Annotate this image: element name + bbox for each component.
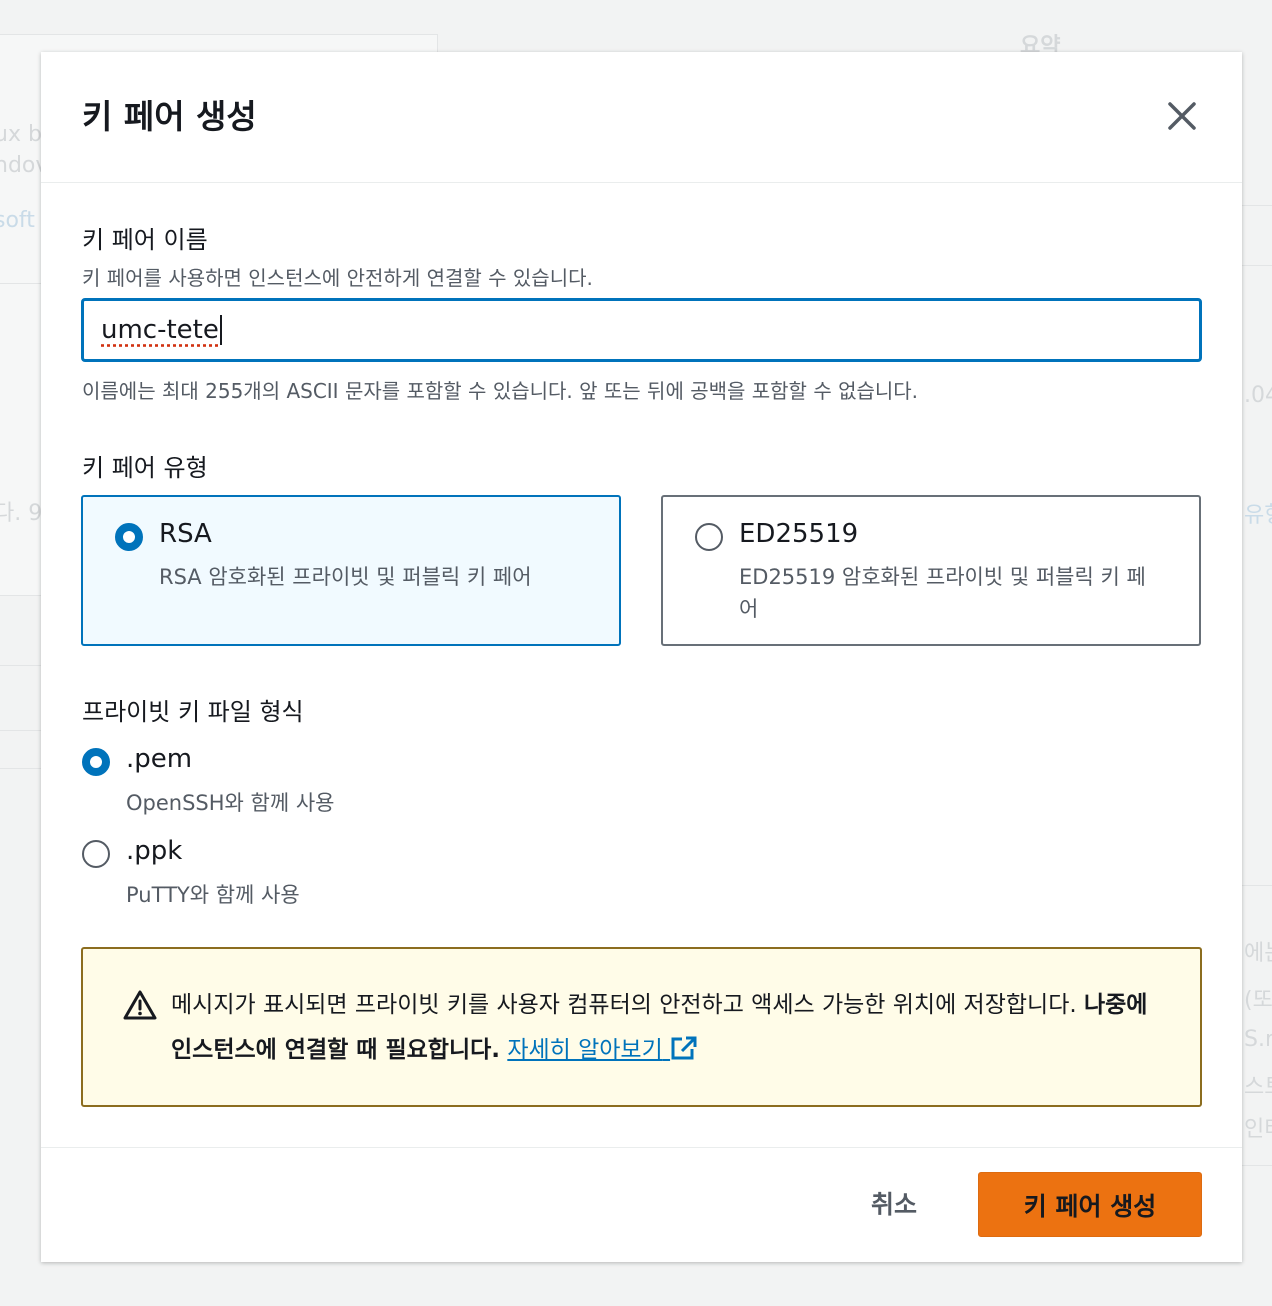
learn-more-label: 자세히 알아보기 — [507, 1037, 663, 1063]
warning-message: 메시지가 표시되면 프라이빗 키를 사용자 컴퓨터의 안전하고 액세스 가능한 … — [171, 983, 1161, 1073]
warning-alert: 메시지가 표시되면 프라이빗 키를 사용자 컴퓨터의 안전하고 액세스 가능한 … — [81, 947, 1202, 1107]
file-format-label: 프라이빗 키 파일 형식 — [82, 698, 304, 726]
background-text: 인터 — [1244, 1117, 1272, 1142]
ed25519-description: ED25519 암호화된 프라이빗 및 퍼블릭 키 페어 — [739, 565, 1146, 621]
background-text: soft — [0, 208, 35, 233]
rsa-radio[interactable] — [115, 523, 143, 551]
ed25519-title: ED25519 — [739, 519, 859, 549]
dialog-title: 키 페어 생성 — [82, 97, 257, 136]
background-divider — [1242, 265, 1272, 266]
pem-option-description: OpenSSH와 함께 사용 — [126, 791, 335, 815]
key-pair-name-label: 키 페어 이름 — [82, 226, 208, 254]
key-pair-type-label: 키 페어 유형 — [82, 454, 208, 482]
background-divider — [1242, 885, 1272, 886]
close-icon — [1168, 102, 1196, 130]
background-divider — [1242, 1165, 1272, 1166]
warning-icon — [123, 990, 157, 1020]
key-type-rsa-tile[interactable]: RSA RSA 암호화된 프라이빗 및 퍼블릭 키 페어 — [81, 495, 621, 646]
warning-text: 메시지가 표시되면 프라이빗 키를 사용자 컴퓨터의 안전하고 액세스 가능한 … — [171, 992, 1084, 1018]
ppk-option-label[interactable]: .ppk — [126, 836, 182, 866]
background-text: 유형 — [1244, 503, 1272, 528]
create-key-pair-dialog: 키 페어 생성 키 페어 이름 키 페어를 사용하면 인스턴스에 안전하게 연결… — [41, 52, 1242, 1262]
background-text: .04 — [1244, 383, 1272, 408]
key-pair-name-constraint: 이름에는 최대 255개의 ASCII 문자를 포함할 수 있습니다. 앞 또는… — [82, 379, 919, 403]
background-text: (또 — [1244, 988, 1272, 1013]
background-text: ux b — [0, 122, 42, 147]
background-text: 스토 — [1244, 1075, 1272, 1100]
pem-option-label[interactable]: .pem — [126, 744, 192, 774]
background-text: S.m — [1244, 1027, 1272, 1052]
key-pair-name-description: 키 페어를 사용하면 인스턴스에 안전하게 연결할 수 있습니다. — [82, 266, 593, 290]
text-caret — [219, 315, 222, 345]
dialog-header: 키 페어 생성 — [41, 52, 1242, 183]
pem-radio[interactable] — [82, 748, 110, 776]
background-text: 에는 — [1244, 941, 1272, 966]
ppk-option-description: PuTTY와 함께 사용 — [126, 883, 300, 907]
dialog-footer-divider — [41, 1147, 1242, 1148]
ed25519-radio[interactable] — [695, 523, 723, 551]
cancel-button[interactable]: 취소 — [849, 1183, 939, 1223]
key-pair-name-value: umc-tete — [101, 315, 219, 345]
key-pair-name-input[interactable]: umc-tete — [81, 298, 1202, 362]
background-divider — [0, 730, 41, 731]
rsa-title: RSA — [159, 519, 212, 549]
background-divider — [0, 665, 41, 666]
background-divider — [0, 283, 41, 284]
external-link-icon — [671, 1036, 697, 1060]
ppk-radio[interactable] — [82, 840, 110, 868]
close-button[interactable] — [1162, 96, 1202, 136]
background-text: 다. 9 — [0, 501, 43, 526]
background-divider — [1242, 205, 1272, 206]
background-divider — [0, 768, 41, 769]
learn-more-link[interactable]: 자세히 알아보기 — [507, 1036, 698, 1063]
key-type-ed25519-tile[interactable]: ED25519 ED25519 암호화된 프라이빗 및 퍼블릭 키 페어 — [661, 495, 1201, 646]
create-key-pair-button[interactable]: 키 페어 생성 — [978, 1172, 1202, 1237]
rsa-description: RSA 암호화된 프라이빗 및 퍼블릭 키 페어 — [159, 565, 532, 589]
